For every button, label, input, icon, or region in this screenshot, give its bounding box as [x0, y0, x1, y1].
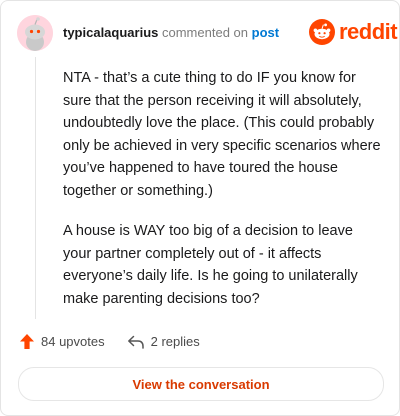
snoo-avatar-icon [17, 15, 53, 51]
comment-paragraph: A house is WAY too big of a decision to … [63, 223, 358, 307]
avatar[interactable] [17, 15, 53, 51]
comment-header: typicalaquarius commented on post [63, 25, 279, 40]
comment-footer: 84 upvotes 2 replies [19, 333, 200, 350]
post-link[interactable]: post [252, 25, 279, 40]
comment-body: NTA - that’s a cute thing to do IF you k… [63, 67, 383, 328]
upvote-arrow-icon [19, 333, 35, 350]
reddit-logo[interactable]: reddit [309, 19, 398, 45]
reddit-alien-icon [309, 19, 335, 45]
view-conversation-button[interactable]: View the conversation [18, 367, 384, 401]
username[interactable]: typicalaquarius [63, 25, 158, 40]
commented-on-text: commented on [162, 25, 248, 40]
replies-stat[interactable]: 2 replies [127, 334, 200, 349]
thread-line [35, 57, 36, 319]
upvotes-count: 84 upvotes [41, 334, 105, 349]
comment-paragraph: NTA - that’s a cute thing to do IF you k… [63, 70, 381, 199]
upvotes-stat[interactable]: 84 upvotes [19, 333, 105, 350]
reply-arrow-icon [127, 335, 145, 349]
embedded-comment-card: typicalaquarius commented on post reddit… [0, 0, 400, 416]
replies-count: 2 replies [150, 334, 200, 349]
reddit-wordmark: reddit [339, 19, 398, 44]
